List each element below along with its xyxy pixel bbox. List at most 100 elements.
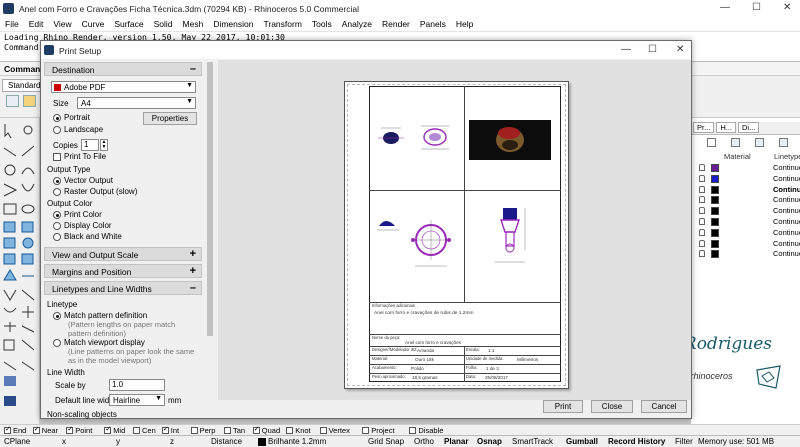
dialog-close-text-button[interactable]: Close: [591, 400, 633, 413]
layer-linetype[interactable]: Continuou: [773, 228, 800, 237]
printer-select[interactable]: Adobe PDF ▼: [51, 81, 196, 93]
section-destination[interactable]: Destination –: [44, 62, 202, 76]
layer-row[interactable]: Continuou: [697, 174, 800, 184]
osnap-near[interactable]: Near: [32, 425, 58, 435]
cplane-label[interactable]: CPlane: [4, 437, 30, 446]
menu-tools[interactable]: Tools: [307, 18, 337, 29]
column-linetype[interactable]: Linetype: [774, 152, 800, 161]
tab-help[interactable]: H...: [716, 122, 737, 133]
new-file-icon[interactable]: [6, 95, 19, 107]
lock-icon[interactable]: [699, 218, 705, 225]
vector-output-radio[interactable]: [53, 177, 61, 185]
lock-icon[interactable]: [699, 250, 705, 258]
print-button[interactable]: Print: [543, 400, 583, 413]
current-layer[interactable]: Brilhante 1.2mm: [268, 437, 326, 446]
layer-linetype[interactable]: Continuou: [773, 206, 800, 215]
osnap-checkbox[interactable]: [286, 427, 294, 434]
lock-icon[interactable]: [699, 207, 705, 215]
maximize-button[interactable]: ☐: [752, 2, 761, 13]
layer-linetype[interactable]: Continuou: [773, 249, 800, 258]
osnap-mid[interactable]: Mid: [104, 425, 125, 435]
osnap-checkbox[interactable]: [319, 427, 327, 434]
menu-file[interactable]: File: [0, 18, 24, 29]
print-to-file-checkbox[interactable]: [53, 153, 61, 161]
osnap-end[interactable]: End: [4, 425, 26, 435]
layer-row[interactable]: Continuou: [697, 206, 800, 216]
section-margins-position[interactable]: Margins and Position +: [44, 264, 202, 278]
layer-tool-icon[interactable]: [779, 138, 788, 147]
osnap-knot[interactable]: Knot: [286, 426, 311, 435]
portrait-radio[interactable]: [53, 114, 61, 122]
menu-analyze[interactable]: Analyze: [337, 18, 377, 29]
layer-color-swatch[interactable]: [711, 250, 719, 259]
menu-render[interactable]: Render: [377, 18, 415, 29]
close-button[interactable]: ✕: [783, 2, 791, 13]
lock-icon[interactable]: [699, 164, 705, 171]
osnap-quad[interactable]: Quad: [252, 425, 280, 435]
menu-help[interactable]: Help: [451, 18, 478, 29]
osnap-checkbox[interactable]: [362, 427, 370, 434]
osnap-checkbox[interactable]: [190, 427, 198, 434]
osnap-checkbox[interactable]: [409, 427, 417, 434]
layer-linetype[interactable]: Continuou: [773, 195, 800, 204]
layer-linetype[interactable]: Continuou: [773, 174, 800, 183]
layer-row[interactable]: Continuou: [697, 239, 800, 249]
menu-solid[interactable]: Solid: [149, 18, 178, 29]
layer-linetype[interactable]: Continuo: [773, 185, 800, 194]
menu-panels[interactable]: Panels: [415, 18, 451, 29]
landscape-radio[interactable]: [53, 126, 61, 134]
osnap-checkbox[interactable]: [133, 427, 140, 434]
menu-edit[interactable]: Edit: [24, 18, 49, 29]
tab-properties[interactable]: Pr...: [693, 122, 715, 133]
osnap-checkbox[interactable]: [104, 425, 112, 434]
copies-input[interactable]: 1: [81, 139, 99, 151]
layer-color-swatch[interactable]: [711, 196, 719, 205]
osnap-point[interactable]: Point: [66, 425, 92, 435]
osnap-tan[interactable]: Tan: [224, 426, 245, 435]
layer-row[interactable]: Continuou: [697, 228, 800, 238]
layer-color-swatch[interactable]: [711, 218, 719, 226]
layer-color-swatch[interactable]: [711, 207, 719, 216]
open-folder-icon[interactable]: [23, 95, 36, 107]
filter-icon[interactable]: [707, 138, 716, 147]
match-viewport-radio[interactable]: [53, 339, 61, 347]
scale-by-input[interactable]: 1.0: [109, 379, 165, 391]
lock-icon[interactable]: [699, 174, 705, 182]
osnap-disable[interactable]: Disable: [409, 426, 443, 435]
dialog-maximize-button[interactable]: ☐: [648, 44, 657, 55]
raster-output-radio[interactable]: [53, 188, 61, 196]
menu-mesh[interactable]: Mesh: [178, 18, 209, 29]
lock-icon[interactable]: [699, 185, 705, 193]
osnap-project[interactable]: Project: [362, 426, 395, 435]
layer-color-swatch[interactable]: [711, 174, 719, 183]
section-linetypes[interactable]: Linetypes and Line Widths –: [44, 281, 202, 295]
layer-tool-icon[interactable]: [731, 138, 740, 147]
lock-icon[interactable]: [699, 239, 705, 247]
layer-row[interactable]: Continuo: [697, 185, 800, 195]
layer-color-swatch[interactable]: [711, 239, 719, 248]
lock-icon[interactable]: [699, 196, 705, 204]
smarttrack-toggle[interactable]: SmartTrack: [512, 437, 553, 446]
osnap-cen[interactable]: Cen: [133, 426, 156, 435]
menu-surface[interactable]: Surface: [109, 18, 148, 29]
menu-view[interactable]: View: [48, 18, 76, 29]
osnap-checkbox[interactable]: [252, 425, 260, 434]
copies-spinner[interactable]: ▲ ▼: [100, 139, 108, 151]
display-color-radio[interactable]: [53, 222, 61, 230]
tab-display[interactable]: Di...: [738, 122, 760, 133]
scrollbar-thumb[interactable]: [207, 62, 213, 336]
osnap-checkbox[interactable]: [4, 425, 11, 434]
layer-row[interactable]: Continuou: [697, 249, 800, 259]
osnap-vertex[interactable]: Vertex: [319, 426, 350, 435]
minimize-button[interactable]: —: [720, 2, 730, 13]
osnap-int[interactable]: Int: [161, 425, 179, 435]
default-line-width-select[interactable]: Hairline ▼: [109, 394, 165, 406]
grid-snap-toggle[interactable]: Grid Snap: [368, 437, 404, 446]
layer-color-swatch[interactable]: [711, 185, 719, 194]
layer-color-swatch[interactable]: [711, 228, 719, 237]
match-pattern-radio[interactable]: [53, 312, 61, 320]
layer-linetype[interactable]: Continuou: [773, 163, 800, 172]
settings-scrollbar[interactable]: [205, 60, 215, 400]
dialog-minimize-button[interactable]: —: [621, 44, 631, 55]
planar-toggle[interactable]: Planar: [444, 437, 468, 446]
